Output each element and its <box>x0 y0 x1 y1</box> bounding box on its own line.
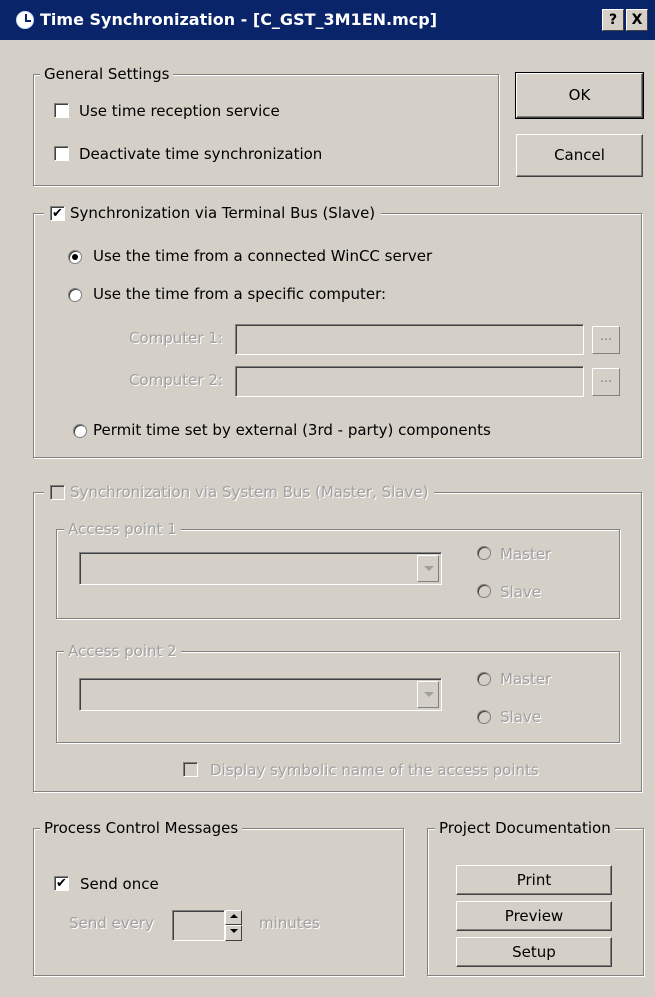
preview-button[interactable]: Preview <box>456 901 612 931</box>
process-control-label: Process Control Messages <box>40 819 243 837</box>
project-doc-label: Project Documentation <box>435 819 615 837</box>
radio-external-components-label[interactable]: Permit time set by external (3rd - party… <box>93 420 491 440</box>
minutes-label: minutes <box>259 914 320 932</box>
deactivate-sync-checkbox[interactable] <box>54 146 69 161</box>
radio-specific-computer-label[interactable]: Use the time from a specific computer: <box>93 284 386 304</box>
computer1-browse-button[interactable]: ... <box>592 326 620 354</box>
terminal-bus-checkbox[interactable]: ✔ <box>50 206 65 221</box>
computer2-label: Computer 2: <box>129 371 223 389</box>
chevron-down-icon[interactable] <box>417 681 439 708</box>
computer2-browse-button[interactable]: ... <box>592 368 620 396</box>
general-settings-group <box>33 74 499 186</box>
title-bar[interactable]: Time Synchronization - [C_GST_3M1EN.mcp]… <box>0 0 655 40</box>
symbolic-name-label[interactable]: Display symbolic name of the access poin… <box>210 760 539 780</box>
ap2-slave-label[interactable]: Slave <box>500 707 541 727</box>
process-control-group <box>33 828 404 976</box>
cancel-button[interactable]: Cancel <box>516 134 643 177</box>
system-bus-label[interactable]: Synchronization via System Bus (Master, … <box>70 483 428 501</box>
ok-button[interactable]: OK <box>515 72 644 119</box>
use-time-reception-label[interactable]: Use time reception service <box>79 101 280 121</box>
general-settings-label: General Settings <box>40 65 174 83</box>
symbolic-name-checkbox[interactable] <box>183 762 198 777</box>
computer1-input[interactable] <box>235 324 584 355</box>
computer1-label: Computer 1: <box>129 329 223 347</box>
access-point-2-label: Access point 2 <box>64 642 181 660</box>
print-button[interactable]: Print <box>456 865 612 895</box>
ap1-master-radio[interactable] <box>477 546 491 560</box>
radio-specific-computer[interactable] <box>68 288 82 302</box>
access-point-2-combo[interactable] <box>79 678 442 711</box>
spin-down-icon[interactable] <box>225 925 242 941</box>
send-once-label[interactable]: Send once <box>80 874 159 894</box>
ap2-slave-radio[interactable] <box>477 710 491 724</box>
deactivate-sync-label[interactable]: Deactivate time synchronization <box>79 144 322 164</box>
send-every-label: Send every <box>69 914 154 932</box>
setup-button[interactable]: Setup <box>456 937 612 967</box>
close-button[interactable]: X <box>626 9 648 31</box>
send-once-checkbox[interactable]: ✔ <box>54 876 69 891</box>
access-point-1-combo[interactable] <box>79 552 442 585</box>
ap1-master-label[interactable]: Master <box>500 544 551 564</box>
access-point-1-label: Access point 1 <box>64 520 181 538</box>
chevron-down-icon[interactable] <box>417 555 439 582</box>
terminal-bus-label[interactable]: Synchronization via Terminal Bus (Slave) <box>70 204 375 222</box>
ap2-master-label[interactable]: Master <box>500 669 551 689</box>
ap1-slave-radio[interactable] <box>477 584 491 598</box>
radio-external-components[interactable] <box>73 424 87 438</box>
send-every-input[interactable] <box>172 910 225 941</box>
radio-wincc-server[interactable] <box>68 250 82 264</box>
ap2-master-radio[interactable] <box>477 672 491 686</box>
computer2-input[interactable] <box>235 366 584 397</box>
radio-wincc-server-label[interactable]: Use the time from a connected WinCC serv… <box>93 246 432 266</box>
ap1-slave-label[interactable]: Slave <box>500 582 541 602</box>
clock-icon <box>16 11 34 29</box>
terminal-bus-legend: Synchronization via Terminal Bus (Slave) <box>44 204 382 222</box>
system-bus-legend: Synchronization via System Bus (Master, … <box>44 483 435 501</box>
help-button[interactable]: ? <box>602 9 624 31</box>
system-bus-checkbox[interactable] <box>50 485 65 500</box>
window-title: Time Synchronization - [C_GST_3M1EN.mcp] <box>40 10 438 29</box>
spin-up-icon[interactable] <box>225 910 242 925</box>
use-time-reception-checkbox[interactable] <box>54 103 69 118</box>
